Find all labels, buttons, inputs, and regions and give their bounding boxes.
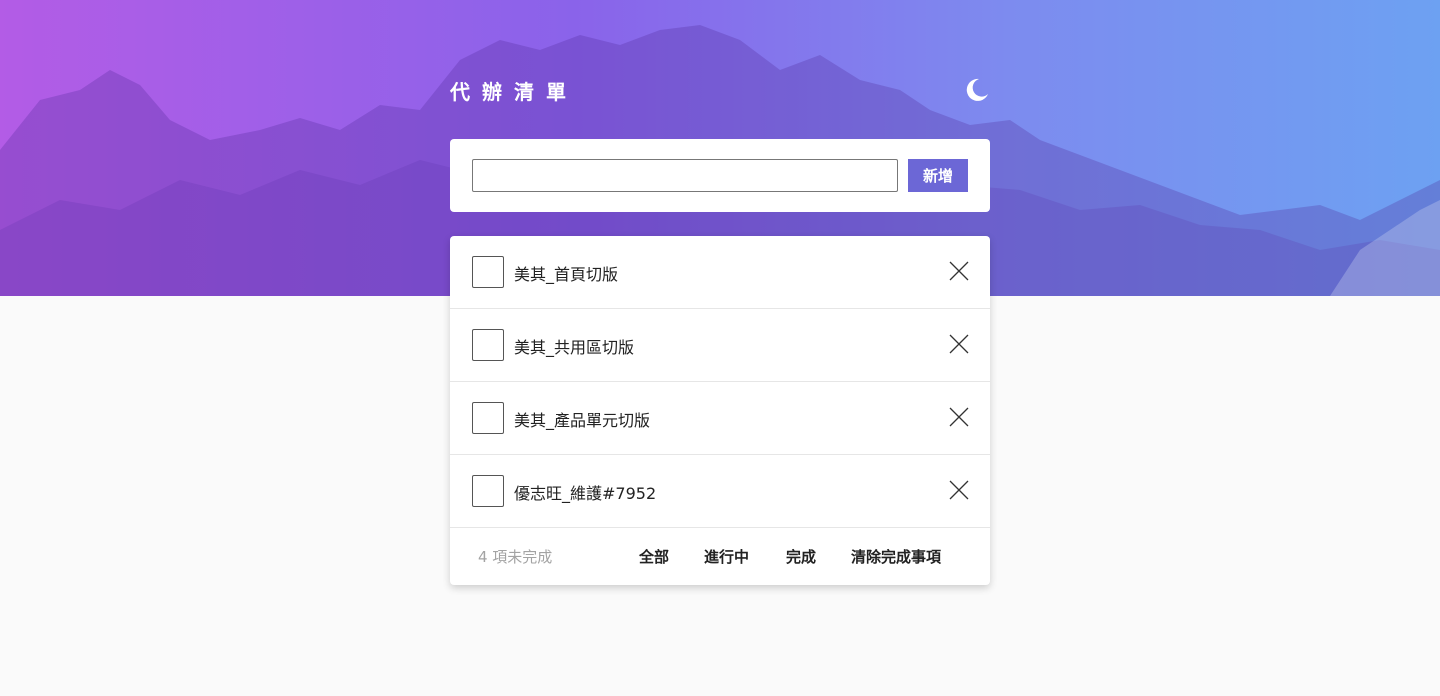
delete-todo-button[interactable] [948, 479, 970, 501]
todo-footer: 4 項未完成 全部 進行中 完成 清除完成事項 [450, 528, 990, 585]
clear-done-button[interactable]: 清除完成事項 [851, 546, 941, 567]
filter-active[interactable]: 進行中 [704, 546, 749, 567]
add-todo-button[interactable]: 新增 [908, 159, 968, 192]
todo-checkbox[interactable] [472, 402, 504, 434]
todo-text: 美其_產品單元切版 [514, 411, 651, 430]
todo-text: 優志旺_維護#7952 [514, 484, 657, 503]
app-title: 代辦清單 [450, 80, 578, 104]
todo-text: 美其_共用區切版 [514, 338, 635, 357]
todo-checkbox[interactable] [472, 329, 504, 361]
filter-all[interactable]: 全部 [639, 546, 669, 567]
todo-item: 優志旺_維護#7952 [450, 455, 990, 528]
todo-item: 美其_產品單元切版 [450, 382, 990, 455]
delete-todo-button[interactable] [948, 406, 970, 428]
theme-toggle-button[interactable] [962, 76, 990, 104]
filter-done[interactable]: 完成 [786, 546, 816, 567]
new-todo-input[interactable] [472, 159, 898, 192]
new-todo-card: 新增 [450, 139, 990, 212]
todo-text: 美其_首頁切版 [514, 265, 619, 284]
moon-icon [966, 78, 988, 101]
todo-list-card: 美其_首頁切版 美其_共用區切版 美其_產品單元切版 優志旺_維護#7952 4… [450, 236, 990, 585]
todo-item: 美其_首頁切版 [450, 236, 990, 309]
todo-checkbox[interactable] [472, 256, 504, 288]
close-icon [949, 261, 969, 281]
remaining-count: 4 項未完成 [478, 548, 553, 566]
todo-checkbox[interactable] [472, 475, 504, 507]
delete-todo-button[interactable] [948, 333, 970, 355]
delete-todo-button[interactable] [948, 260, 970, 282]
close-icon [949, 407, 969, 427]
close-icon [949, 480, 969, 500]
todo-item: 美其_共用區切版 [450, 309, 990, 382]
header: 代辦清單 [450, 72, 990, 108]
close-icon [949, 334, 969, 354]
